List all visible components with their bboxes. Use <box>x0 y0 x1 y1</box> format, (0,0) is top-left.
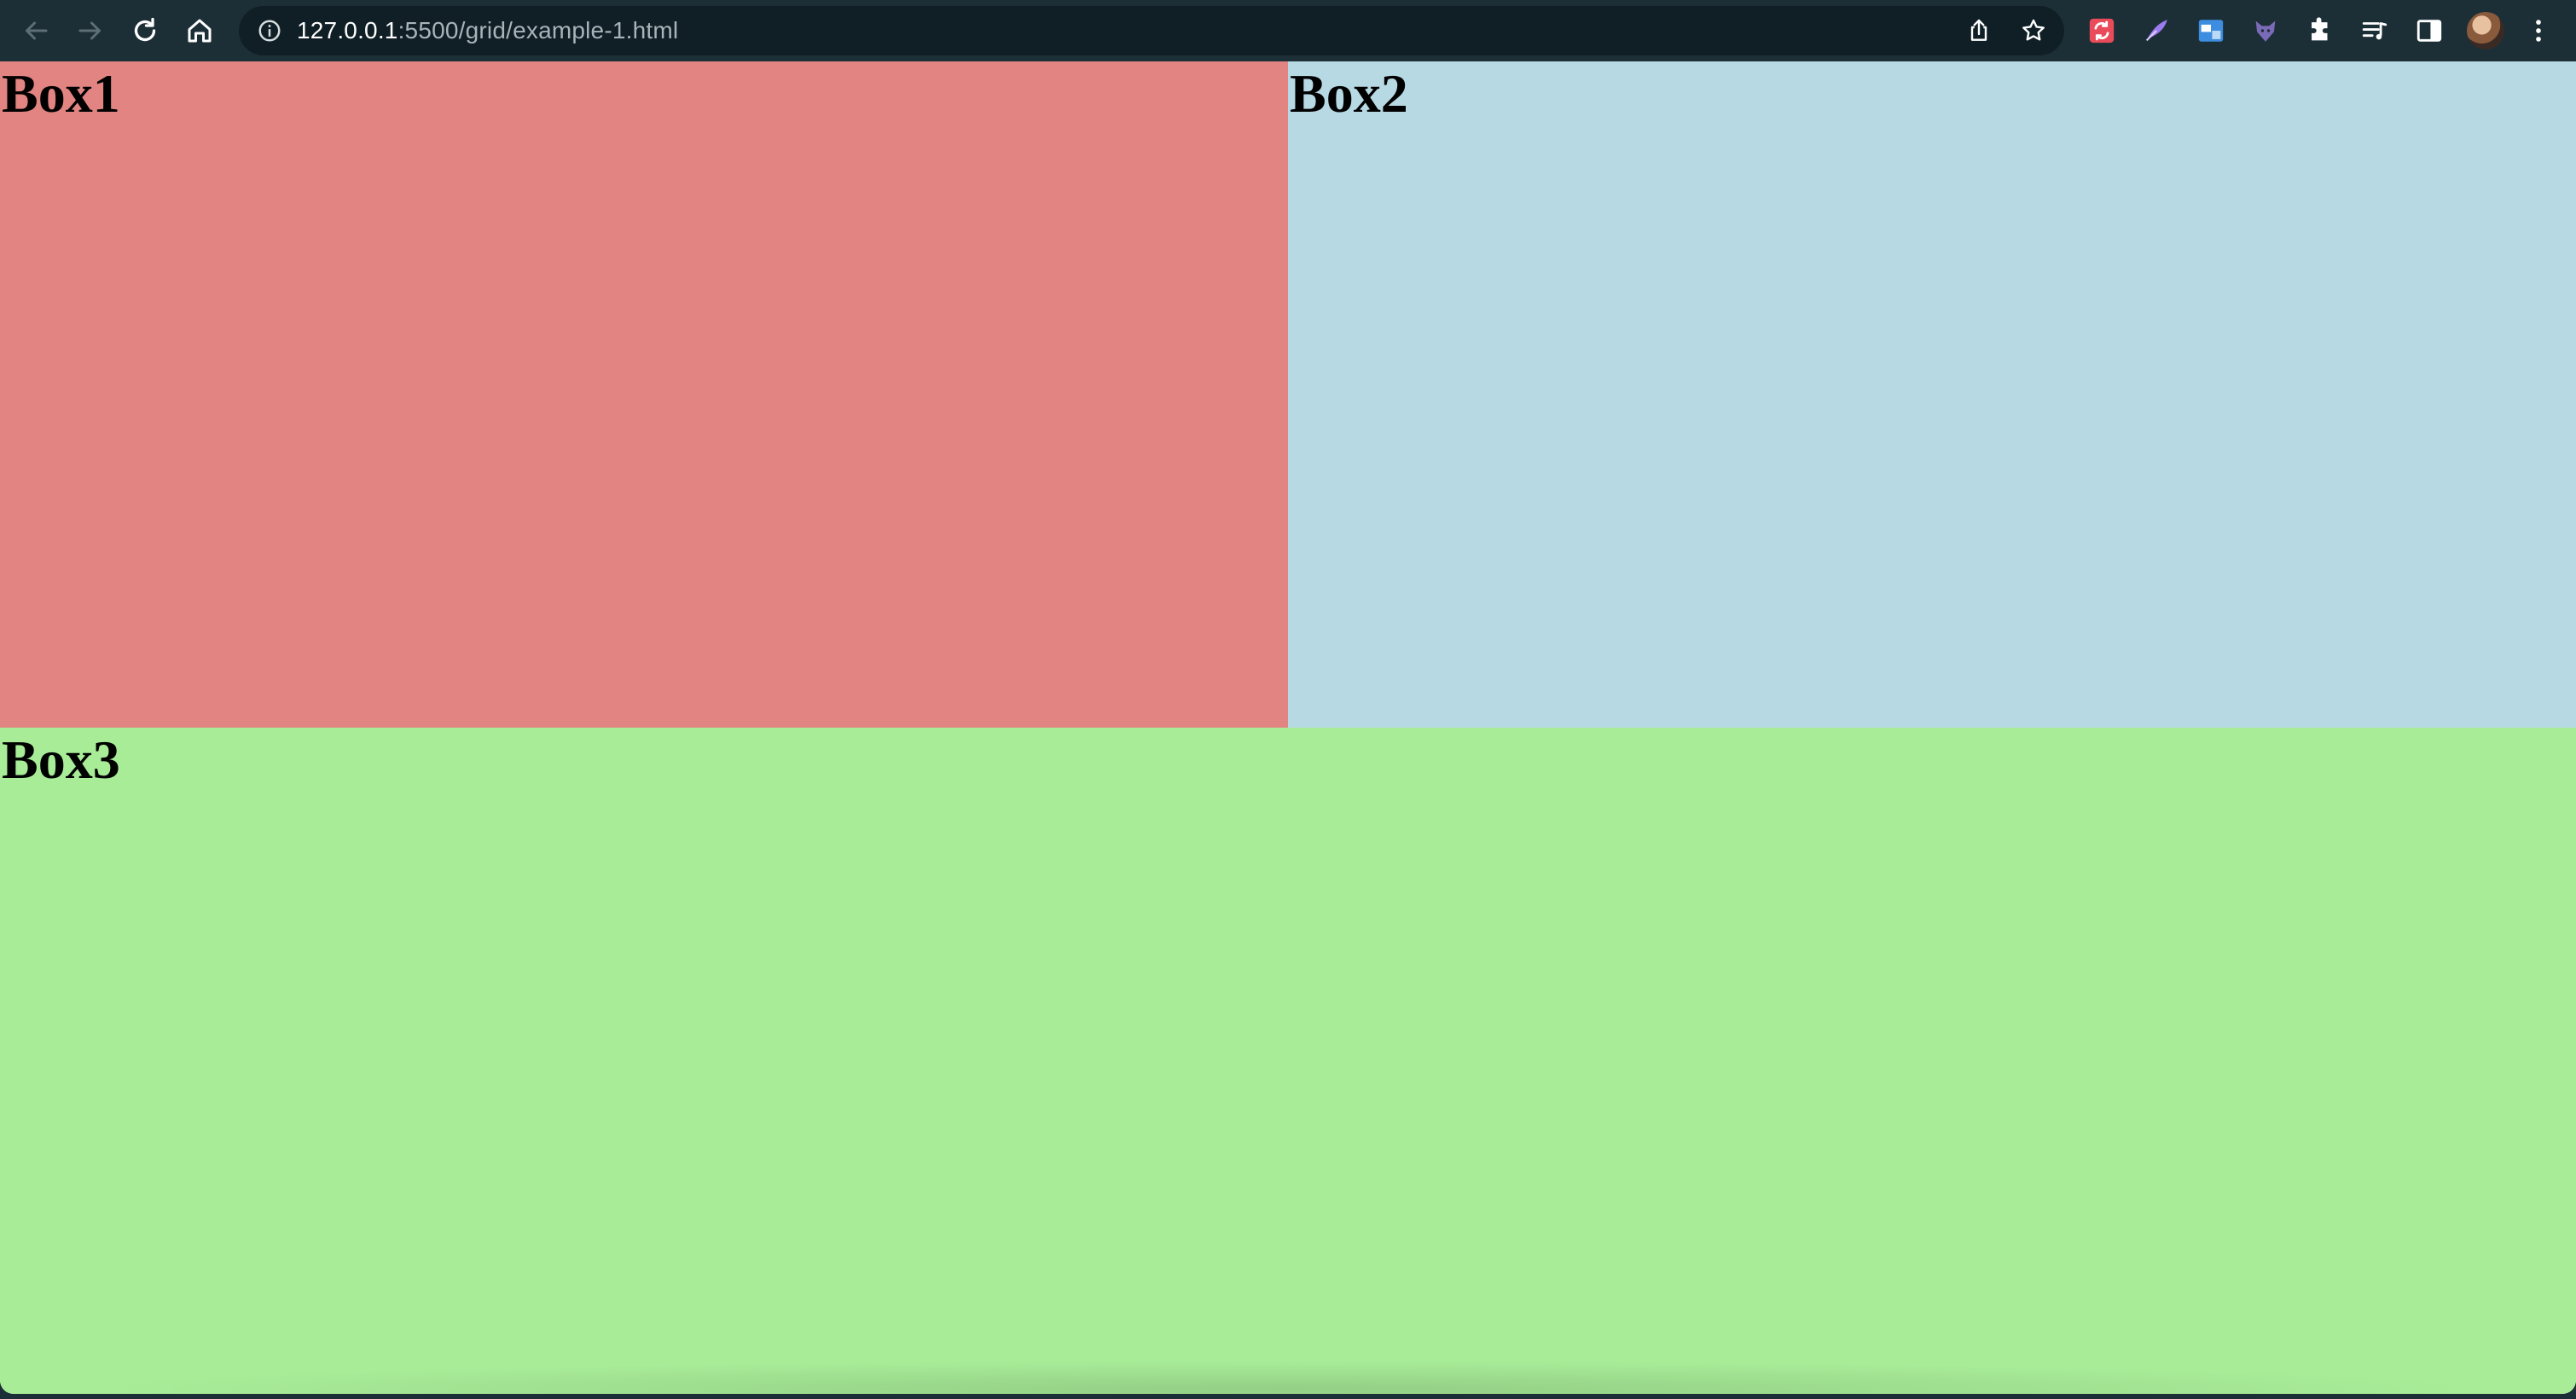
sync-extension-icon <box>2089 18 2115 44</box>
browser-toolbar: 127.0.0.1:5500/grid/example-1.html <box>0 0 2576 61</box>
star-icon <box>2022 19 2045 41</box>
browser-window: 127.0.0.1:5500/grid/example-1.html Box1 … <box>0 0 2576 1399</box>
side-panel-icon <box>2416 20 2442 42</box>
browser-menu-button[interactable] <box>2521 14 2556 48</box>
bottom-shadow <box>68 1360 2508 1394</box>
page-viewport: Box1 Box2 Box3 <box>0 61 2576 1394</box>
media-queue-icon <box>2362 22 2387 40</box>
url-text[interactable]: 127.0.0.1:5500/grid/example-1.html <box>297 6 678 55</box>
grid-container: Box1 Box2 Box3 <box>0 61 2576 1394</box>
address-bar[interactable]: 127.0.0.1:5500/grid/example-1.html <box>239 6 2064 55</box>
home-button[interactable] <box>177 9 222 53</box>
back-button[interactable] <box>14 9 58 53</box>
url-host: 127.0.0.1 <box>297 17 398 44</box>
kebab-menu-icon <box>2536 20 2541 42</box>
arrow-left-icon <box>26 21 48 40</box>
side-panel-button[interactable] <box>2412 14 2446 48</box>
info-icon <box>258 20 281 42</box>
window-extension-icon <box>2198 20 2224 42</box>
feather-extension-button[interactable] <box>2139 14 2173 48</box>
site-info-button[interactable] <box>254 15 285 46</box>
bookmark-button[interactable] <box>2015 12 2052 49</box>
box-1: Box1 <box>0 61 1288 728</box>
fox-extension-button[interactable] <box>2248 14 2283 48</box>
share-icon <box>1970 19 1987 41</box>
box-2-heading: Box2 <box>1290 63 1408 124</box>
media-queue-button[interactable] <box>2358 14 2392 48</box>
puzzle-icon <box>2312 17 2328 41</box>
fox-extension-icon <box>2255 20 2276 42</box>
reload-icon <box>134 17 156 42</box>
box-3-heading: Box3 <box>2 729 120 790</box>
box-1-heading: Box1 <box>2 63 120 124</box>
feather-extension-icon <box>2145 20 2167 42</box>
box-3: Box3 <box>0 728 2576 1394</box>
forward-button[interactable] <box>68 9 113 53</box>
reload-button[interactable] <box>123 9 167 53</box>
box-2: Box2 <box>1288 61 2576 728</box>
share-button[interactable] <box>1960 12 1998 49</box>
avatar[interactable] <box>2467 12 2504 49</box>
url-path: :5500/grid/example-1.html <box>397 17 679 44</box>
home-icon <box>188 19 212 43</box>
sync-extension-button[interactable] <box>2085 14 2119 48</box>
window-extension-button[interactable] <box>2194 14 2228 48</box>
arrow-right-icon <box>78 21 101 40</box>
extensions-button[interactable] <box>2303 14 2337 48</box>
